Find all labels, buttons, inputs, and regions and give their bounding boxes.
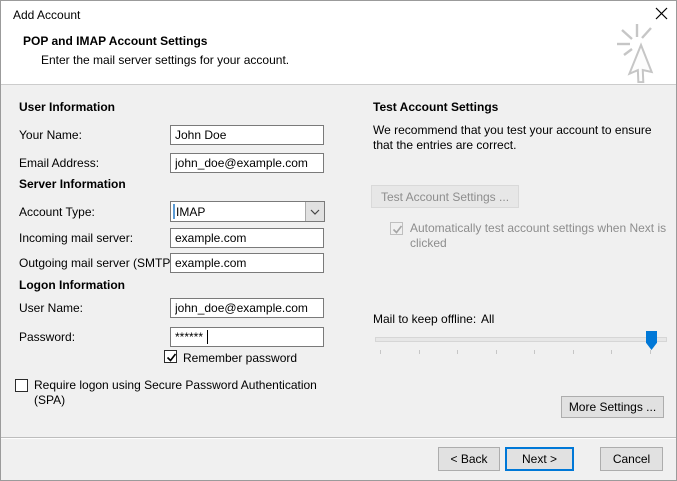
back-button[interactable]: < Back [438, 447, 500, 471]
close-icon [655, 7, 668, 23]
combo-caret [173, 204, 175, 219]
cancel-button[interactable]: Cancel [600, 447, 663, 471]
cursor-click-icon [613, 23, 671, 86]
header-divider [1, 84, 676, 85]
slider-tick [380, 350, 381, 354]
spa-checkbox[interactable] [15, 379, 28, 392]
mail-offline-label: Mail to keep offline: [373, 312, 477, 326]
more-settings-button[interactable]: More Settings ... [561, 396, 664, 418]
test-account-description: We recommend that you test your account … [373, 123, 652, 152]
user-name-label: User Name: [19, 301, 84, 315]
your-name-label: Your Name: [19, 128, 82, 142]
spa-label[interactable]: Require logon using Secure Password Auth… [34, 378, 346, 408]
slider-tick [573, 350, 574, 354]
password-label: Password: [19, 330, 76, 344]
remember-password-label[interactable]: Remember password [183, 351, 297, 365]
slider-tick [534, 350, 535, 354]
outgoing-server-label: Outgoing mail server (SMTP): [19, 256, 178, 270]
account-type-dropdown[interactable]: IMAP [170, 201, 325, 222]
page-title: POP and IMAP Account Settings [23, 34, 208, 48]
slider-tick [496, 350, 497, 354]
auto-test-checkbox [390, 222, 403, 235]
incoming-server-label: Incoming mail server: [19, 231, 134, 245]
user-name-field[interactable] [170, 298, 324, 318]
page-subtitle: Enter the mail server settings for your … [41, 53, 290, 67]
user-information-heading: User Information [19, 100, 116, 114]
email-address-field[interactable] [170, 153, 324, 173]
slider-tick [457, 350, 458, 354]
auto-test-label: Automatically test account settings when… [410, 221, 667, 250]
footer-divider-etch [1, 438, 676, 439]
server-information-heading: Server Information [19, 177, 126, 191]
window-title: Add Account [13, 8, 81, 22]
password-field[interactable] [170, 327, 324, 347]
your-name-field[interactable] [170, 125, 324, 145]
remember-password-checkbox[interactable] [164, 350, 177, 363]
outgoing-server-field[interactable] [170, 253, 324, 273]
logon-information-heading: Logon Information [19, 278, 125, 292]
test-account-settings-heading: Test Account Settings [373, 100, 499, 114]
slider-tick [611, 350, 612, 354]
mail-offline-value: All [481, 312, 495, 326]
account-type-value: IMAP [176, 205, 206, 219]
chevron-down-icon[interactable] [305, 202, 324, 221]
next-button[interactable]: Next > [505, 447, 574, 471]
email-address-label: Email Address: [19, 156, 100, 170]
text-caret [207, 330, 208, 344]
account-type-label: Account Type: [19, 205, 95, 219]
slider-tick [650, 350, 651, 354]
test-account-settings-button: Test Account Settings ... [371, 185, 519, 208]
incoming-server-field[interactable] [170, 228, 324, 248]
slider-tick [419, 350, 420, 354]
offline-slider-track[interactable] [375, 337, 667, 342]
add-account-dialog: Add Account POP and IMAP Account Setting… [0, 0, 677, 481]
